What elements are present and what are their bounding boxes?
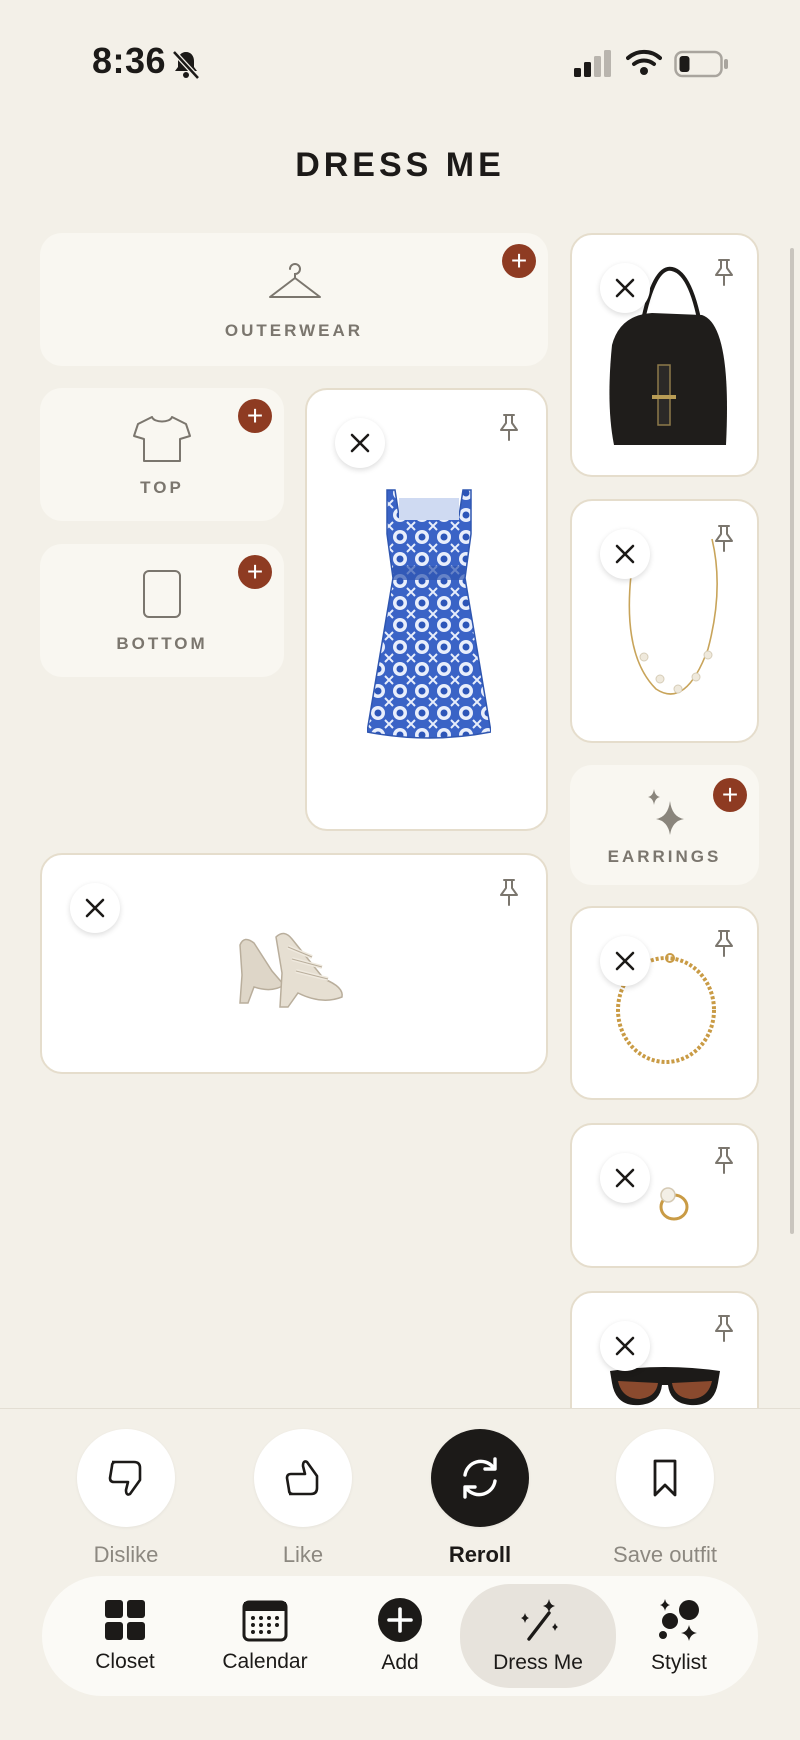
remove-necklace-button[interactable]: [600, 529, 650, 579]
tab-add-label: Add: [381, 1651, 419, 1674]
tab-dress-me[interactable]: Dress Me: [460, 1584, 616, 1688]
plus-icon: +: [246, 400, 264, 431]
bag-item-card[interactable]: [570, 233, 759, 477]
tab-calendar-label: Calendar: [222, 1650, 308, 1673]
pin-icon[interactable]: [497, 877, 521, 907]
remove-shoes-button[interactable]: [70, 883, 120, 933]
tab-stylist-label: Stylist: [650, 1651, 707, 1674]
magic-wand-icon: [521, 1599, 558, 1641]
earrings-slot[interactable]: EARRINGS +: [570, 765, 759, 885]
ring-image: [659, 1187, 689, 1221]
remove-ring-button[interactable]: [600, 1153, 650, 1203]
close-icon: [85, 898, 105, 918]
close-icon: [350, 433, 370, 453]
tab-calendar[interactable]: Calendar: [210, 1576, 320, 1696]
tab-add[interactable]: Add: [360, 1576, 440, 1696]
pin-icon[interactable]: [712, 257, 736, 287]
wifi-icon: [626, 49, 662, 75]
pin-icon[interactable]: [497, 412, 521, 442]
plus-circle-icon: [378, 1598, 422, 1642]
add-earrings-button[interactable]: +: [713, 778, 747, 812]
remove-bracelet-button[interactable]: [600, 936, 650, 986]
plus-icon: +: [721, 779, 739, 810]
dislike-button[interactable]: [77, 1429, 175, 1527]
save-outfit-button[interactable]: [616, 1429, 714, 1527]
pin-icon[interactable]: [712, 928, 736, 958]
calendar-icon: [242, 1600, 288, 1642]
dislike-label: Dislike: [93, 1542, 159, 1567]
add-top-button[interactable]: +: [238, 399, 272, 433]
scrollbar[interactable]: [790, 248, 794, 1234]
add-bottom-button[interactable]: +: [238, 555, 272, 589]
plus-icon: +: [510, 245, 528, 276]
dress-image: [367, 489, 491, 739]
add-outerwear-button[interactable]: +: [502, 244, 536, 278]
tab-stylist[interactable]: Stylist: [634, 1576, 724, 1696]
close-icon: [615, 1168, 635, 1188]
like-button[interactable]: [254, 1429, 352, 1527]
tab-dress-me-label: Dress Me: [493, 1651, 583, 1674]
bottom-label: BOTTOM: [116, 634, 208, 653]
shoes-item-card[interactable]: [40, 853, 548, 1074]
remove-dress-button[interactable]: [335, 418, 385, 468]
cellular-signal-icon: [574, 50, 611, 77]
hanger-icon: [269, 263, 321, 298]
pin-icon[interactable]: [712, 523, 736, 553]
outerwear-label: OUTERWEAR: [224, 321, 364, 340]
bracelet-item-card[interactable]: [570, 906, 759, 1100]
close-icon: [615, 278, 635, 298]
bookmark-icon: [653, 1459, 677, 1497]
ring-item-card[interactable]: [570, 1123, 759, 1268]
pin-icon[interactable]: [712, 1313, 736, 1343]
tshirt-icon: [133, 416, 191, 462]
sparkle-icon: [648, 789, 684, 835]
reroll-button[interactable]: [431, 1429, 529, 1527]
save-outfit-label: Save outfit: [613, 1542, 717, 1567]
refresh-icon: [463, 1457, 497, 1499]
close-icon: [615, 544, 635, 564]
close-icon: [615, 951, 635, 971]
tab-closet[interactable]: Closet: [80, 1576, 170, 1696]
bottom-placeholder-icon: [143, 570, 181, 618]
status-time: 8:36: [92, 40, 167, 81]
thumbs-down-icon: [108, 1460, 142, 1496]
thumbs-up-icon: [285, 1460, 319, 1496]
necklace-item-card[interactable]: [570, 499, 759, 743]
dress-item-card[interactable]: [305, 388, 548, 831]
remove-sunglasses-button[interactable]: [600, 1321, 650, 1371]
stylist-icon: [659, 1599, 699, 1641]
reroll-label: Reroll: [448, 1542, 512, 1567]
tab-closet-label: Closet: [95, 1650, 155, 1673]
top-label: TOP: [140, 478, 184, 497]
like-label: Like: [282, 1542, 324, 1567]
bottom-slot[interactable]: BOTTOM +: [40, 544, 284, 677]
pin-icon[interactable]: [712, 1145, 736, 1175]
outerwear-slot[interactable]: OUTERWEAR +: [40, 233, 548, 366]
close-icon: [615, 1336, 635, 1356]
grid-icon: [105, 1600, 145, 1640]
earrings-label: EARRINGS: [607, 847, 722, 866]
remove-bag-button[interactable]: [600, 263, 650, 313]
sandals-image: [239, 932, 343, 1008]
tab-bar: Closet Calendar Add Dress Me Stylist: [42, 1576, 758, 1696]
plus-icon: +: [246, 556, 264, 587]
top-slot[interactable]: TOP +: [40, 388, 284, 521]
page-title: DRESS ME: [295, 146, 505, 184]
battery-icon: [674, 50, 728, 78]
bell-muted-icon: [172, 50, 200, 80]
